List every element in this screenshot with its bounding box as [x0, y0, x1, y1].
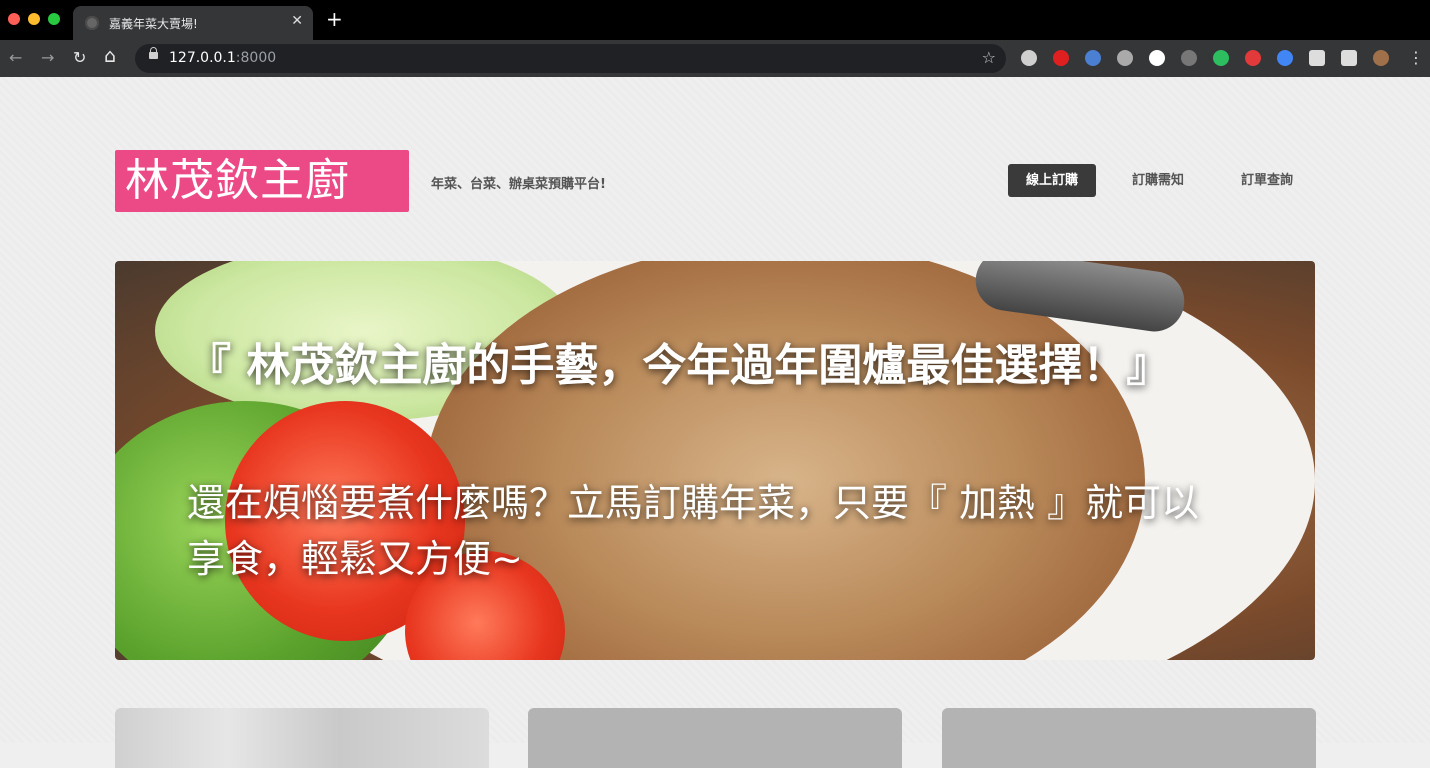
hero-banner: 『 林茂欽主廚的手藝，今年過年圍爐最佳選擇！』 還在煩惱要煮什麼嗎？立馬訂購年菜…: [115, 261, 1315, 660]
nav-order-query[interactable]: 訂單查詢: [1241, 164, 1293, 197]
translate-extension-icon[interactable]: [1277, 50, 1293, 66]
browser-tab[interactable]: 嘉義年菜大賣場! ✕: [73, 6, 313, 40]
gear-extension-icon[interactable]: [1021, 50, 1037, 66]
maximize-window-icon[interactable]: [48, 13, 60, 25]
hero-subtitle: 還在煩惱要煮什麼嗎？立馬訂購年菜，只要『 加熱 』就可以享食，輕鬆又方便~: [187, 481, 1200, 581]
globe-icon: [85, 16, 99, 30]
browser-tab-bar: 嘉義年菜大賣場! ✕ +: [0, 0, 1430, 40]
back-icon[interactable]: ←: [9, 48, 22, 68]
page-body: 林茂欽主廚 年菜、台菜、辦桌菜預購平台! 線上訂購 訂購需知 訂單查詢 『 林茂…: [0, 77, 1430, 768]
hero-title: 『 林茂欽主廚的手藝，今年過年圍爐最佳選擇！』: [187, 340, 1171, 391]
vue-extension-icon[interactable]: [1117, 50, 1133, 66]
home-icon[interactable]: ⌂: [104, 46, 116, 66]
url-host: 127.0.0.1: [169, 50, 236, 66]
evernote-extension-icon[interactable]: [1213, 50, 1229, 66]
download-extension-icon[interactable]: [1085, 50, 1101, 66]
tab-close-icon[interactable]: ✕: [291, 13, 303, 29]
profile-avatar-icon[interactable]: [1373, 50, 1389, 66]
settings-extension-icon[interactable]: [1181, 50, 1197, 66]
logo-text: 林茂欽主廚: [125, 155, 350, 206]
adblock-extension-icon[interactable]: [1053, 50, 1069, 66]
product-card[interactable]: [115, 708, 489, 768]
site-logo[interactable]: 林茂欽主廚: [115, 150, 409, 212]
tab-title: 嘉義年菜大賣場!: [109, 17, 198, 31]
new-tab-button[interactable]: +: [326, 9, 343, 29]
bookmark-star-icon[interactable]: ☆: [982, 48, 996, 67]
pocket-extension-icon[interactable]: [1245, 50, 1261, 66]
close-window-icon[interactable]: [8, 13, 20, 25]
reload-icon[interactable]: ↻: [73, 48, 86, 68]
circle-extension-icon[interactable]: [1149, 50, 1165, 66]
browser-menu-icon[interactable]: ⋮: [1408, 48, 1424, 68]
minimize-window-icon[interactable]: [28, 13, 40, 25]
nav-online-order[interactable]: 線上訂購: [1008, 164, 1096, 197]
product-card[interactable]: [528, 708, 902, 768]
forward-icon[interactable]: →: [41, 48, 54, 68]
address-bar[interactable]: 127.0.0.1:8000 ☆: [135, 44, 1006, 73]
script-extension-icon[interactable]: [1309, 50, 1325, 66]
puzzle-extension-icon[interactable]: [1341, 50, 1357, 66]
url-text[interactable]: 127.0.0.1:8000: [169, 50, 276, 66]
product-card[interactable]: [942, 708, 1316, 768]
site-tagline: 年菜、台菜、辦桌菜預購平台!: [431, 177, 606, 192]
browser-toolbar: ← → ↻ ⌂ 127.0.0.1:8000 ☆ ⋮: [0, 40, 1430, 77]
nav-order-notice[interactable]: 訂購需知: [1132, 164, 1184, 197]
url-port: :8000: [235, 50, 277, 66]
lock-icon: [149, 47, 158, 59]
